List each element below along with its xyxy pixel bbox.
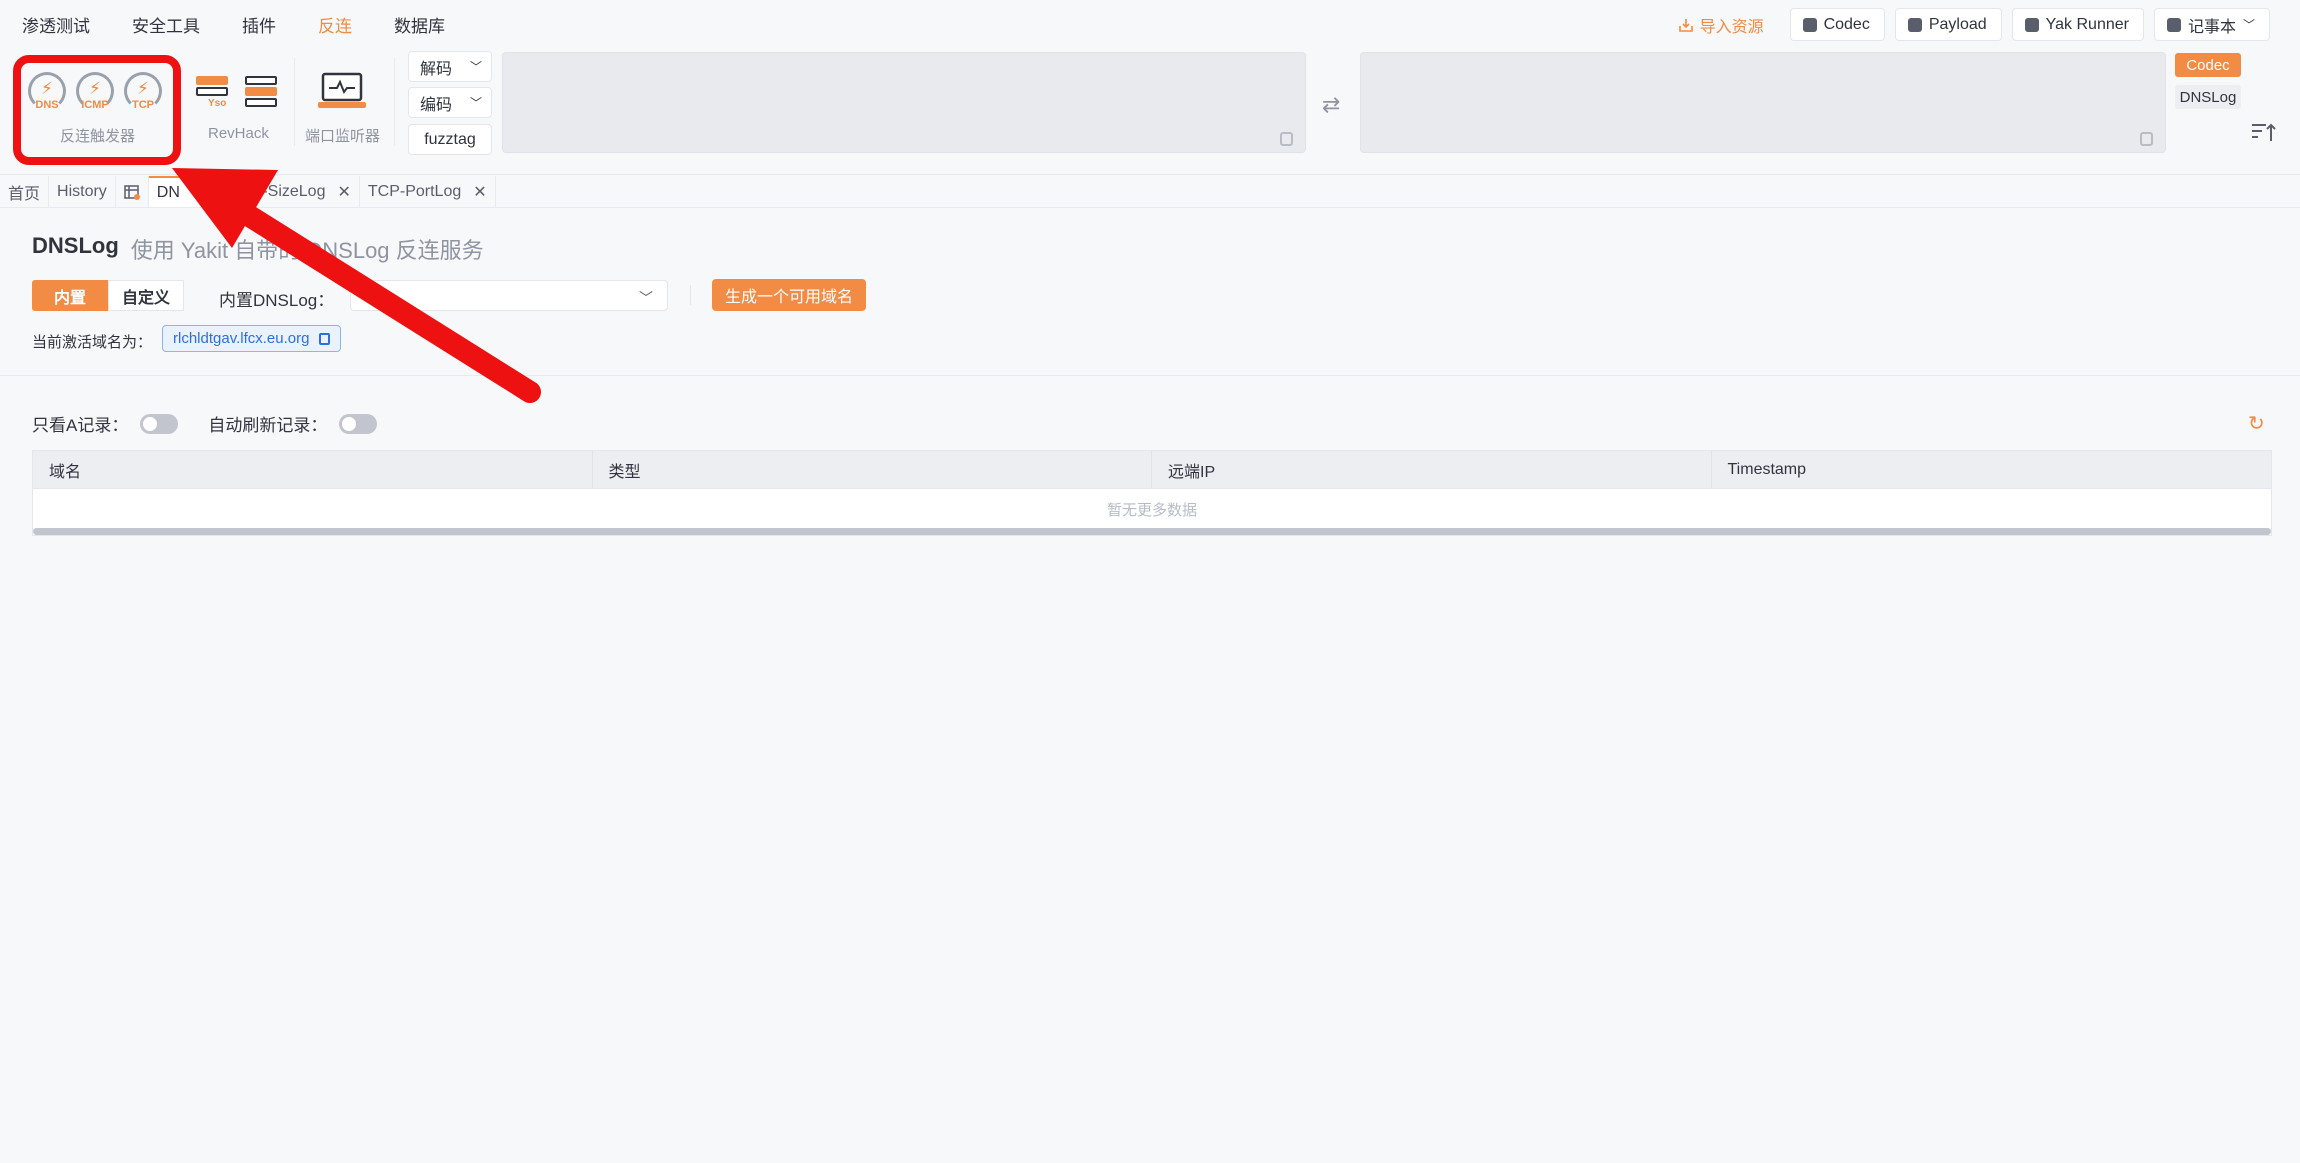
codec-button[interactable]: Codec: [1789, 8, 1885, 41]
tab-icmp-sizelog[interactable]: ICMP-SizeLog ✕: [214, 176, 360, 207]
decode-select[interactable]: 解码 ﹀: [408, 51, 492, 82]
page-tabs: 首页 History DN ✕ ICMP-SizeLog ✕ TCP-PortLog…: [0, 176, 2300, 208]
side-tab-dnslog[interactable]: DNSLog: [2175, 85, 2241, 109]
column-type[interactable]: 类型: [593, 451, 1152, 488]
menu-reverse[interactable]: 反连: [318, 12, 352, 37]
payload-button[interactable]: Payload: [1894, 8, 2002, 41]
revhack-label: RevHack: [208, 125, 269, 142]
yak-runner-button[interactable]: Yak Runner: [2011, 8, 2144, 41]
close-icon[interactable]: ✕: [473, 182, 486, 202]
only-a-record-toggle[interactable]: [140, 413, 179, 434]
dnslog-page: DNSLog 使用 Yakit 自带的 DNSLog 反连服务 内置 自定义 内…: [0, 209, 2300, 1163]
empty-state: 暂无更多数据: [1106, 501, 1197, 519]
yso-server-icon[interactable]: Yso: [196, 76, 228, 109]
page-title-main: DNSLog: [32, 233, 119, 258]
tab-tcp-label: TCP-PortLog: [367, 182, 462, 200]
only-a-record-label: 只看A记录：: [32, 416, 129, 435]
collapse-sort-icon[interactable]: [2250, 120, 2276, 144]
payload-label: Payload: [1928, 15, 1987, 33]
side-tab-codec[interactable]: Codec: [2175, 53, 2241, 77]
toolbar-divider: [294, 58, 295, 146]
page-subtitle: 使用 Yakit 自带的 DNSLog 反连服务: [130, 238, 484, 263]
tab-history[interactable]: History: [49, 176, 116, 207]
tab-icmp-label: ICMP-SizeLog: [222, 182, 326, 200]
close-icon[interactable]: ✕: [337, 182, 350, 202]
notebook-button[interactable]: 记事本 ﹀: [2153, 8, 2270, 41]
import-label: 导入资源: [1699, 18, 1764, 36]
section-divider: [0, 375, 2300, 376]
chevron-down-icon: ﹀: [470, 60, 483, 74]
toolbar-divider: [394, 58, 395, 146]
decode-label: 解码: [420, 60, 453, 78]
annotation-highlight-box: [13, 55, 181, 165]
terminal-icon: [2024, 17, 2039, 32]
fuzztag-button[interactable]: fuzztag: [408, 124, 492, 155]
active-domain-tag[interactable]: rlchldtgav.lfcx.eu.org: [162, 325, 342, 352]
import-icon: [1678, 18, 1693, 32]
codec-output-editor[interactable]: [1360, 52, 2166, 153]
dnslog-mode-switch: 内置 自定义: [32, 280, 184, 311]
tab-tcp-portlog[interactable]: TCP-PortLog ✕: [360, 176, 496, 207]
tab-history-label: History: [57, 182, 107, 200]
mode-custom-button[interactable]: 自定义: [108, 280, 184, 311]
tab-table-icon[interactable]: [116, 176, 149, 207]
copy-icon[interactable]: [2140, 132, 2153, 146]
horizontal-scrollbar[interactable]: [33, 528, 2271, 535]
import-resource-link[interactable]: 导入资源: [1678, 13, 1764, 37]
copy-icon[interactable]: [1280, 132, 1293, 146]
payload-icon: [1907, 17, 1922, 32]
notebook-label: 记事本: [2187, 18, 2236, 36]
generate-domain-button[interactable]: 生成一个可用域名: [712, 279, 866, 311]
yso-label: Yso: [208, 98, 227, 109]
active-domain-value: rlchldtgav.lfcx.eu.org: [173, 330, 310, 347]
chevron-down-icon: ﹀: [639, 290, 653, 306]
tab-home-label: 首页: [8, 185, 41, 203]
mode-builtin-button[interactable]: 内置: [32, 280, 108, 311]
port-listener-laptop-icon[interactable]: [316, 72, 368, 110]
auto-refresh-label: 自动刷新记录：: [208, 416, 328, 435]
encode-select[interactable]: 编码 ﹀: [408, 87, 492, 118]
encode-label: 编码: [420, 96, 453, 114]
divider: [690, 285, 691, 305]
menu-database[interactable]: 数据库: [394, 12, 445, 37]
dnslog-records-table: 域名 类型 远端IP Timestamp 暂无更多数据: [32, 450, 2272, 536]
chevron-down-icon: ﹀: [2242, 18, 2255, 32]
page-title: DNSLog 使用 Yakit 自带的 DNSLog 反连服务: [32, 233, 484, 265]
port-listener-label: 端口监听器: [305, 128, 381, 145]
record-options: 只看A记录： 自动刷新记录：: [32, 411, 407, 436]
table-header: 域名 类型 远端IP Timestamp: [33, 451, 2271, 489]
codec-label: Codec: [1823, 15, 1870, 33]
tab-dnslog-label: DN: [156, 183, 180, 201]
tab-home[interactable]: 首页: [0, 176, 50, 207]
codec-icon: [1802, 17, 1817, 32]
column-remote-ip[interactable]: 远端IP: [1152, 451, 1712, 488]
refresh-icon[interactable]: ↻: [2248, 411, 2270, 435]
chevron-down-icon: ﹀: [470, 96, 483, 110]
builtin-dnslog-label: 内置DNSLog：: [219, 291, 335, 310]
revhack-server-icon[interactable]: [245, 76, 277, 108]
tab-dnslog[interactable]: DN ✕: [148, 176, 215, 207]
codec-input-editor[interactable]: [502, 52, 1306, 153]
menu-pentest[interactable]: 渗透测试: [22, 12, 90, 37]
yak-runner-label: Yak Runner: [2045, 15, 2129, 33]
active-domain-label: 当前激活域名为：: [32, 334, 153, 351]
auto-refresh-toggle[interactable]: [339, 413, 378, 434]
table-icon: [124, 184, 140, 200]
builtin-dnslog-select[interactable]: ﹀: [350, 280, 668, 311]
menu-plugins[interactable]: 插件: [242, 12, 276, 37]
column-timestamp[interactable]: Timestamp: [1712, 451, 2272, 488]
menu-security-tools[interactable]: 安全工具: [132, 12, 200, 37]
top-right-tools: 导入资源 Codec Payload Yak Runner 记事本 ﹀: [1678, 8, 2270, 41]
column-domain[interactable]: 域名: [33, 451, 593, 488]
swap-arrows-icon[interactable]: ⇄: [1322, 92, 1340, 118]
close-icon[interactable]: ✕: [192, 183, 205, 203]
copy-icon[interactable]: [319, 332, 331, 345]
notebook-icon: [2166, 17, 2181, 32]
